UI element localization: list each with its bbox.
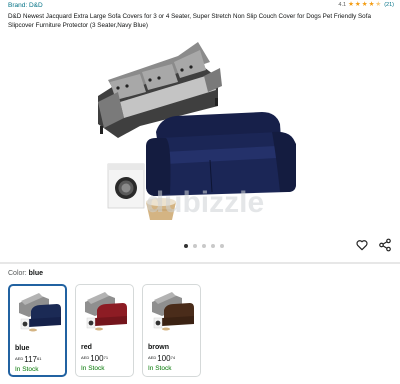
color-selector-label: Color: blue bbox=[8, 270, 43, 277]
carousel-dot[interactable] bbox=[220, 244, 224, 248]
variant-name: brown bbox=[148, 344, 169, 351]
heart-icon[interactable] bbox=[355, 238, 369, 252]
color-option-blue[interactable]: blue AED 117 61 In Stock bbox=[8, 284, 67, 377]
price-currency: AED bbox=[15, 356, 24, 361]
variant-thumbnail bbox=[19, 293, 61, 332]
variant-thumbnail bbox=[85, 292, 127, 331]
color-options: blue AED 117 61 In Stock red AED 100 71 … bbox=[8, 284, 201, 377]
color-label: Color: bbox=[8, 270, 27, 277]
variant-name: blue bbox=[15, 345, 30, 352]
price-fraction: 74 bbox=[170, 355, 176, 360]
washing-machine-illustration bbox=[107, 163, 145, 209]
variant-thumbnail bbox=[152, 292, 194, 331]
star-icon: ★ bbox=[368, 1, 375, 8]
price-fraction: 61 bbox=[37, 356, 42, 361]
navy-sofa-illustration bbox=[146, 112, 296, 196]
product-header: Brand: D&D 4.1 ★ ★ ★ ★ ★ (21) D&D Newest… bbox=[8, 1, 396, 34]
rating-value: 4.1 bbox=[338, 2, 347, 8]
variant-price: AED 117 61 bbox=[15, 355, 41, 364]
price-fraction: 71 bbox=[103, 355, 109, 360]
stock-status: In Stock bbox=[148, 365, 172, 372]
carousel-dot[interactable] bbox=[202, 244, 206, 248]
price-currency: AED bbox=[148, 355, 157, 360]
price-whole: 100 bbox=[157, 354, 171, 363]
product-title: D&D Newest Jacquard Extra Large Sofa Cov… bbox=[8, 13, 371, 29]
price-whole: 117 bbox=[24, 355, 37, 364]
carousel-dot[interactable] bbox=[211, 244, 215, 248]
price-currency: AED bbox=[81, 355, 90, 360]
stock-status: In Stock bbox=[15, 366, 39, 373]
price-whole: 100 bbox=[90, 354, 104, 363]
color-selected: blue bbox=[28, 270, 44, 277]
variant-price: AED 100 74 bbox=[148, 354, 175, 363]
section-divider bbox=[0, 262, 400, 264]
rating-count[interactable]: (21) bbox=[384, 2, 394, 8]
star-half-icon: ★ bbox=[375, 1, 382, 8]
variant-name: red bbox=[81, 344, 92, 351]
star-icon: ★ bbox=[361, 1, 368, 8]
color-option-red[interactable]: red AED 100 71 In Stock bbox=[75, 284, 134, 377]
carousel-dot[interactable] bbox=[193, 244, 197, 248]
rating[interactable]: 4.1 ★ ★ ★ ★ ★ (21) bbox=[338, 1, 394, 8]
product-image-illustration: dubizzle bbox=[98, 42, 296, 220]
carousel-dot[interactable] bbox=[184, 244, 188, 248]
color-option-brown[interactable]: brown AED 100 74 In Stock bbox=[142, 284, 201, 377]
carousel-dots[interactable] bbox=[184, 244, 224, 248]
product-image[interactable]: dubizzle bbox=[0, 34, 400, 234]
share-icon[interactable] bbox=[378, 238, 392, 252]
image-actions bbox=[355, 238, 392, 252]
watermark: dubizzle bbox=[146, 186, 264, 219]
star-icon: ★ bbox=[348, 1, 354, 8]
stock-status: In Stock bbox=[81, 365, 105, 372]
brand-link[interactable]: Brand: D&D bbox=[8, 2, 43, 9]
variant-price: AED 100 71 bbox=[81, 354, 108, 363]
star-icon: ★ bbox=[354, 1, 361, 8]
